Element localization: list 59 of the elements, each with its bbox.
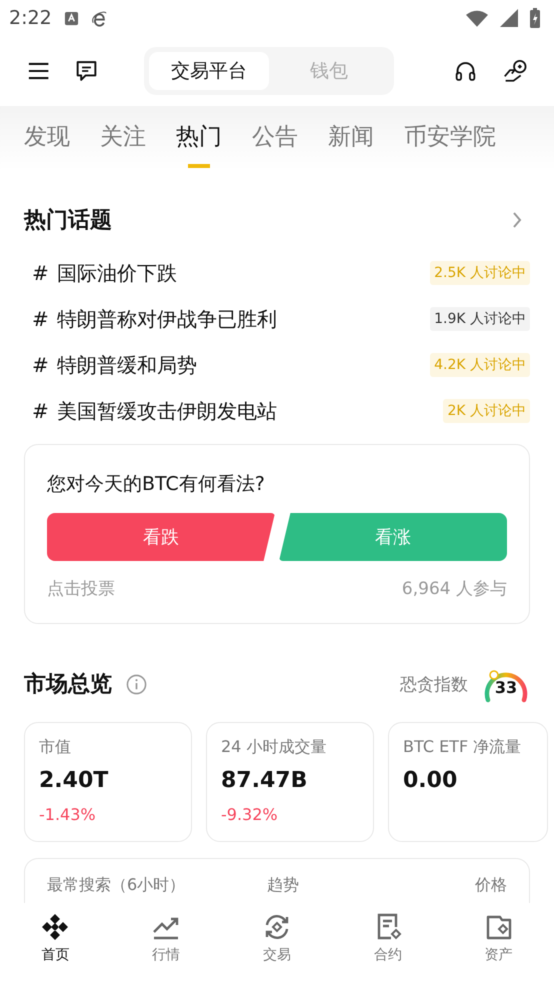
message-icon[interactable] (75, 58, 98, 84)
stat-value: 87.47B (221, 768, 308, 793)
stat-value: 0.00 (403, 768, 458, 793)
hash-mark: # (32, 353, 49, 377)
topic-title[interactable]: 特朗普称对伊战争已胜利 (56, 306, 277, 332)
stat-change: -1.43% (39, 805, 97, 824)
poll-question: 您对今天的BTC有何看法? (47, 472, 266, 497)
bullish-button[interactable]: 看涨 (279, 513, 507, 561)
category-tab[interactable]: 热门 (164, 112, 234, 166)
nav-tab[interactable]: 首页 (0, 906, 111, 984)
nav-tab[interactable]: 合约 (332, 906, 444, 984)
nav-tab[interactable]: 资产 (443, 906, 554, 984)
stat-change: -9.32% (221, 805, 279, 824)
hash-mark: # (32, 307, 49, 331)
fear-greed-gauge[interactable]: 33 (482, 664, 530, 704)
category-tab[interactable]: 公告 (240, 112, 310, 166)
category-tab[interactable]: 新闻 (316, 112, 386, 166)
stat-card[interactable]: BTC ETF 净流量 0.00 (388, 722, 548, 842)
discussion-count: 4.2K 人讨论中 (430, 353, 530, 377)
menu-icon[interactable] (28, 61, 50, 81)
chevron-right-icon[interactable] (512, 211, 522, 229)
topic-title[interactable]: 国际油价下跌 (56, 260, 177, 286)
nav-tab[interactable]: 行情 (110, 906, 222, 984)
column-header: 价格 (475, 875, 507, 896)
category-tab[interactable]: 关注 (88, 112, 158, 166)
category-tab[interactable]: 发现 (12, 112, 82, 166)
stat-label: 24 小时成交量 (221, 737, 328, 758)
section-title: 市场总览 (24, 670, 112, 699)
category-tab[interactable]: 币安学院 (392, 112, 508, 166)
nav-tab[interactable]: 交易 (222, 906, 332, 984)
column-header: 趋势 (267, 875, 300, 896)
fear-greed-label: 恐贪指数 (400, 674, 468, 696)
status-time: 2:22 (9, 7, 52, 29)
signal-icon (500, 9, 518, 27)
fear-greed-value: 33 (494, 678, 518, 697)
participant-count: 6,964 人参与 (402, 578, 507, 600)
stat-label: 市值 (39, 737, 72, 758)
stat-value: 2.40T (39, 768, 110, 793)
wifi-icon (466, 10, 488, 26)
section-title: 热门话题 (24, 206, 112, 235)
stat-label: BTC ETF 净流量 (403, 737, 522, 758)
column-header: 最常搜索（6小时） (47, 875, 186, 896)
stat-card[interactable]: 市值 2.40T -1.43% (24, 722, 192, 842)
battery-icon (530, 8, 540, 28)
topic-title[interactable]: 美国暂缓攻击伊朗发电站 (56, 398, 277, 424)
info-icon[interactable] (126, 674, 147, 694)
discussion-count: 2.5K 人讨论中 (430, 261, 530, 285)
discussion-count: 2K 人讨论中 (443, 399, 530, 423)
browser-icon (90, 10, 108, 26)
segment-tab[interactable]: 交易平台 (149, 52, 270, 90)
poll-hint: 点击投票 (47, 578, 115, 600)
diamond-logo-icon (40, 912, 70, 942)
keyboard-icon (64, 10, 79, 26)
topic-title[interactable]: 特朗普缓和局势 (56, 352, 197, 378)
discussion-count: 1.9K 人讨论中 (430, 307, 530, 331)
stat-card[interactable]: 24 小时成交量 87.47B -9.32% (206, 722, 374, 842)
bearish-button[interactable]: 看跌 (47, 513, 275, 561)
hash-mark: # (32, 261, 49, 285)
hash-mark: # (32, 399, 49, 423)
